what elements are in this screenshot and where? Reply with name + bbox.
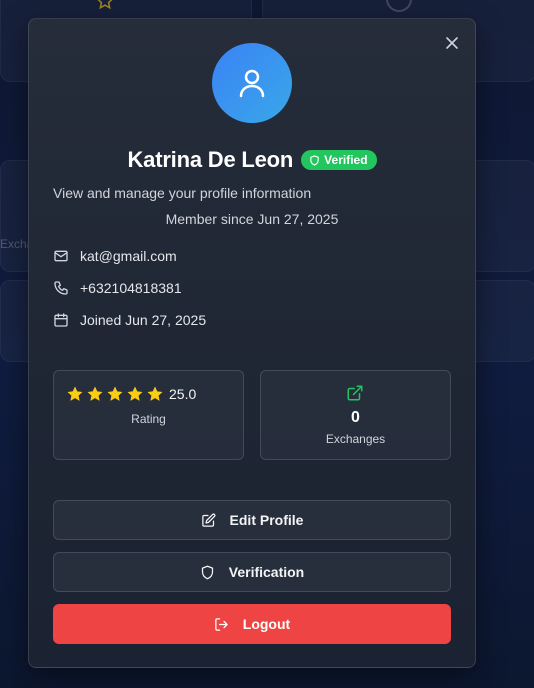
star-icon bbox=[67, 386, 83, 401]
mail-icon bbox=[54, 250, 68, 262]
star-icon bbox=[127, 386, 143, 401]
rating-label: Rating bbox=[131, 412, 166, 426]
shield-icon bbox=[201, 565, 213, 579]
name-row: Katrina De Leon Verified bbox=[29, 147, 475, 173]
star-icon bbox=[87, 386, 103, 401]
user-icon bbox=[239, 69, 265, 98]
logout-label: Logout bbox=[242, 616, 291, 632]
rating-stars: 25.0 bbox=[66, 385, 196, 403]
star-icon bbox=[96, 0, 114, 10]
rating-value: 25.0 bbox=[169, 386, 197, 402]
email-row: kat@gmail.com bbox=[53, 248, 177, 264]
phone-row: +632104818381 bbox=[53, 280, 182, 296]
joined-row: Joined Jun 27, 2025 bbox=[53, 312, 206, 328]
exchanges-card: 0 Exchanges bbox=[260, 370, 451, 460]
logout-icon bbox=[215, 617, 228, 631]
shield-icon bbox=[310, 154, 319, 166]
verification-label: Verification bbox=[228, 564, 305, 580]
logout-button[interactable]: Logout bbox=[53, 604, 451, 644]
verified-label: Verified bbox=[324, 153, 368, 167]
star-icon bbox=[107, 386, 123, 401]
edit-profile-label: Edit Profile bbox=[229, 512, 304, 528]
phone-text: +632104818381 bbox=[80, 280, 182, 296]
edit-icon bbox=[201, 513, 215, 527]
exchanges-count: 0 bbox=[351, 409, 360, 426]
edit-profile-button[interactable]: Edit Profile bbox=[53, 500, 451, 540]
avatar bbox=[212, 43, 292, 123]
email-text: kat@gmail.com bbox=[80, 248, 177, 264]
verified-badge: Verified bbox=[301, 150, 377, 170]
rating-card: 25.0 Rating bbox=[53, 370, 244, 460]
external-link-icon bbox=[346, 384, 364, 407]
profile-subtitle: View and manage your profile information bbox=[53, 185, 312, 201]
joined-text: Joined Jun 27, 2025 bbox=[80, 312, 207, 328]
star-icon bbox=[147, 386, 163, 401]
phone-icon bbox=[54, 281, 68, 295]
profile-modal: Katrina De Leon Verified View and manage… bbox=[28, 18, 476, 668]
profile-name: Katrina De Leon bbox=[127, 147, 294, 172]
close-icon[interactable] bbox=[445, 36, 459, 50]
calendar-icon bbox=[54, 313, 68, 327]
exchanges-label: Exchanges bbox=[325, 432, 386, 446]
member-since: Member since Jun 27, 2025 bbox=[165, 211, 339, 227]
verification-button[interactable]: Verification bbox=[53, 552, 451, 592]
